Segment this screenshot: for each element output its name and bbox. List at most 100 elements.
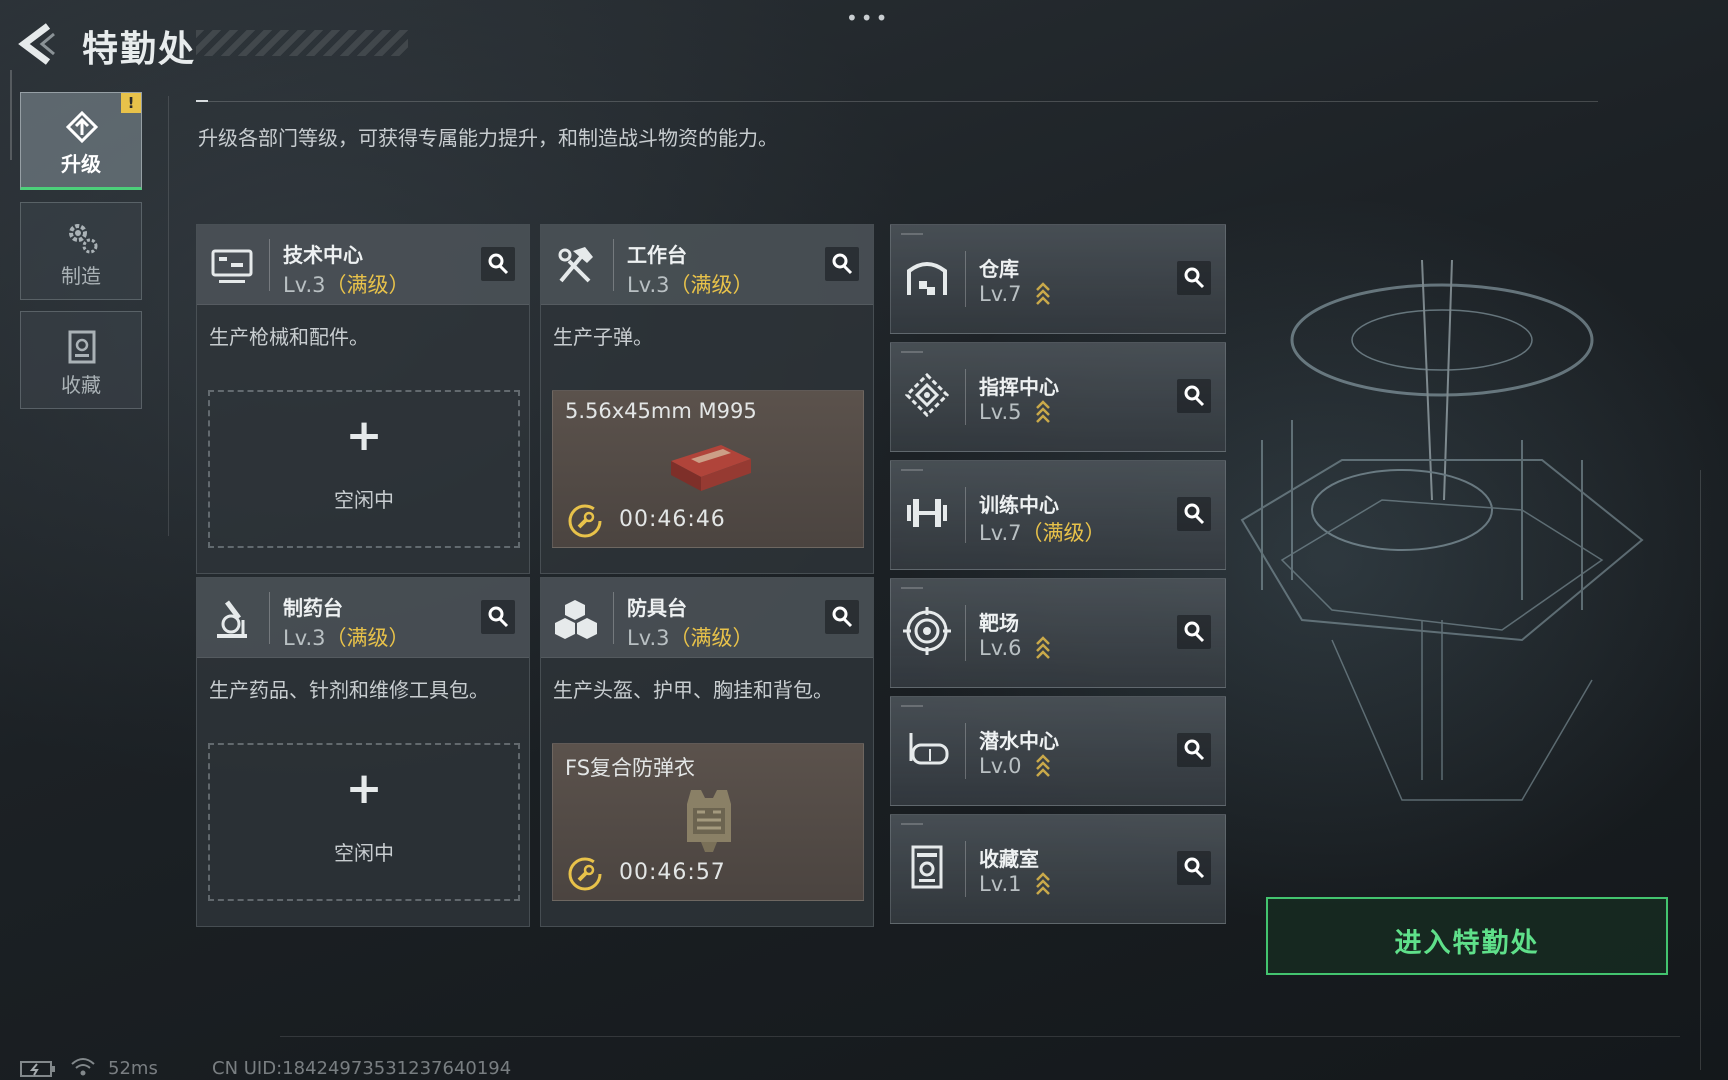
corner-decoration xyxy=(901,823,923,826)
wrench-timer-icon xyxy=(568,857,602,891)
facility-card-pharmacy: 制药台 Lv.3（满级） 生产药品、针剂和维修工具包。 + 空闲中 xyxy=(196,577,530,927)
corner-decoration xyxy=(901,469,923,472)
more-menu-button[interactable]: ••• xyxy=(846,6,890,30)
divider xyxy=(168,96,169,536)
facility-level: Lv.3（满级） xyxy=(627,622,754,652)
hideout-hologram xyxy=(1240,260,1644,801)
tab-collection[interactable]: 收藏 xyxy=(20,311,142,409)
collection-room-icon xyxy=(911,845,943,889)
facility-collection-room[interactable]: 收藏室 Lv.1 xyxy=(890,814,1226,924)
level-value: Lv.7 xyxy=(979,282,1022,306)
divider-mark xyxy=(196,100,208,102)
network-ping: 52ms xyxy=(108,1058,158,1079)
inspect-button[interactable] xyxy=(1177,615,1211,649)
inspect-button[interactable] xyxy=(1177,851,1211,885)
plus-icon: + xyxy=(345,410,383,461)
separator xyxy=(965,723,966,779)
idle-label: 空闲中 xyxy=(334,841,394,865)
divider xyxy=(1700,470,1701,1070)
production-slot-idle[interactable]: + 空闲中 xyxy=(208,743,520,901)
plus-icon: + xyxy=(345,763,383,814)
max-level-tag: （满级） xyxy=(325,273,410,297)
facility-level: Lv.7（满级） xyxy=(979,517,1106,547)
facility-card-workbench: 工作台 Lv.3（满级） 生产子弹。 5.56x45mm M995 00:46:… xyxy=(540,224,874,574)
production-slot-active[interactable]: 5.56x45mm M995 00:46:46 xyxy=(552,390,864,548)
collection-icon xyxy=(68,330,96,364)
upgrade-icon xyxy=(65,110,99,144)
inspect-button[interactable] xyxy=(481,600,515,634)
back-arrow-icon xyxy=(18,23,55,65)
level-value: Lv.5 xyxy=(979,400,1022,424)
user-uid: CN UID:18424973531237640194 xyxy=(212,1058,512,1079)
facility-shooting-range[interactable]: 靶场 Lv.6 xyxy=(890,578,1226,688)
facility-level: Lv.3（满级） xyxy=(283,622,410,652)
inspect-button[interactable] xyxy=(825,600,859,634)
max-level-tag: （满级） xyxy=(1021,521,1106,545)
back-button[interactable] xyxy=(18,22,58,66)
card-header: 工作台 Lv.3（满级） xyxy=(541,225,873,305)
divider xyxy=(196,101,1598,102)
tab-label: 升级 xyxy=(61,152,101,176)
corner-decoration xyxy=(901,351,923,354)
corner-decoration xyxy=(901,233,923,236)
microscope-icon xyxy=(217,600,247,638)
computer-icon xyxy=(211,249,253,283)
enter-hideout-button[interactable]: 进入特勤处 xyxy=(1266,897,1668,975)
gear-icon xyxy=(69,224,98,254)
facility-name: 潜水中心 xyxy=(979,729,1059,753)
inspect-button[interactable] xyxy=(1177,733,1211,767)
inspect-button[interactable] xyxy=(1177,379,1211,413)
ammo-box-icon xyxy=(671,445,751,491)
upgrade-available-icon xyxy=(1036,872,1051,895)
facility-level: Lv.3（满级） xyxy=(627,269,754,299)
tab-upgrade[interactable]: 升级 ! xyxy=(20,92,142,190)
search-icon xyxy=(1184,267,1205,289)
upgrade-available-icon xyxy=(1036,754,1051,777)
facility-level: Lv.7 xyxy=(979,281,1052,306)
facility-name: 训练中心 xyxy=(979,493,1059,517)
corner-decoration xyxy=(901,705,923,708)
crafting-timer: 00:46:57 xyxy=(619,860,726,885)
inspect-button[interactable] xyxy=(1177,261,1211,295)
production-slot-idle[interactable]: + 空闲中 xyxy=(208,390,520,548)
dumbbell-icon xyxy=(907,499,947,527)
facility-name: 工作台 xyxy=(627,243,687,267)
level-value: Lv.6 xyxy=(979,636,1022,660)
search-icon xyxy=(488,253,509,275)
level-value: Lv.3 xyxy=(283,273,326,297)
search-icon xyxy=(1184,621,1205,643)
facility-training-center[interactable]: 训练中心 Lv.7（满级） xyxy=(890,460,1226,570)
card-header: 防具台 Lv.3（满级） xyxy=(541,578,873,658)
production-slot-active[interactable]: FS复合防弹衣 00:46:57 xyxy=(552,743,864,901)
facility-name: 指挥中心 xyxy=(979,375,1059,399)
level-value: Lv.3 xyxy=(627,273,670,297)
separator xyxy=(965,487,966,543)
upgrade-available-icon xyxy=(1036,400,1051,423)
level-value: Lv.3 xyxy=(283,626,326,650)
facility-level: Lv.0 xyxy=(979,753,1052,778)
separator xyxy=(613,592,614,644)
inspect-button[interactable] xyxy=(481,247,515,281)
crafting-item-name: 5.56x45mm M995 xyxy=(565,399,757,423)
facility-command-center[interactable]: 指挥中心 Lv.5 xyxy=(890,342,1226,452)
facility-diving-center[interactable]: 潜水中心 Lv.0 xyxy=(890,696,1226,806)
diving-mask-icon xyxy=(909,733,949,765)
facility-name: 靶场 xyxy=(979,611,1019,635)
inspect-button[interactable] xyxy=(825,247,859,281)
inspect-button[interactable] xyxy=(1177,497,1211,531)
facility-warehouse[interactable]: 仓库 Lv.7 xyxy=(890,224,1226,334)
facility-level: Lv.6 xyxy=(979,635,1052,660)
separator xyxy=(269,592,270,644)
search-icon xyxy=(1184,503,1205,525)
hammer-wrench-icon xyxy=(558,247,593,283)
battery-icon xyxy=(20,1061,55,1077)
search-icon xyxy=(1184,857,1205,879)
tabs-rail xyxy=(10,70,12,160)
search-icon xyxy=(832,606,853,628)
tab-craft[interactable]: 制造 xyxy=(20,202,142,300)
separator xyxy=(965,251,966,307)
facility-name: 制药台 xyxy=(283,596,343,620)
facility-description: 生产子弹。 xyxy=(553,325,653,349)
level-value: Lv.3 xyxy=(627,626,670,650)
card-header: 制药台 Lv.3（满级） xyxy=(197,578,529,658)
